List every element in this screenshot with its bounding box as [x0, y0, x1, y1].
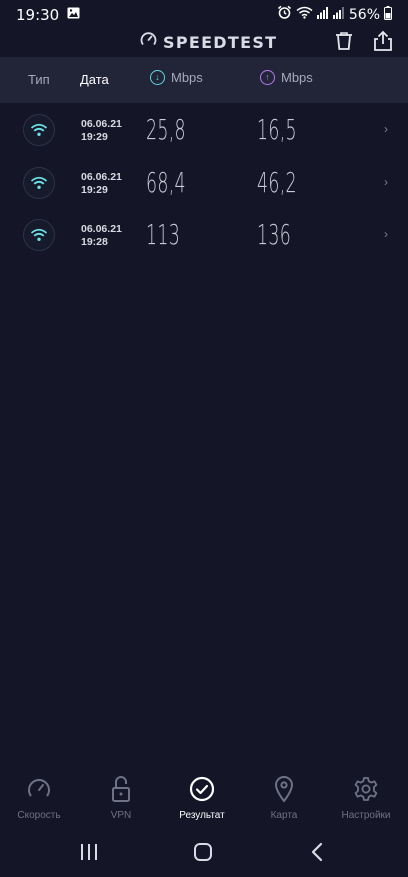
header-date[interactable]: Дата [80, 72, 109, 87]
gear-icon [353, 775, 379, 803]
bottom-nav: Скорость VPN Результат Карта Настройки [0, 775, 408, 831]
chevron-right-icon: › [384, 175, 388, 189]
nav-vpn[interactable]: VPN [81, 775, 161, 831]
delete-results-button[interactable] [333, 30, 355, 54]
back-button[interactable] [310, 842, 324, 867]
header-upload-unit: Mbps [281, 70, 313, 85]
nav-vpn-label: VPN [110, 810, 132, 821]
back-icon [311, 842, 323, 862]
row-time: 19:29 [81, 184, 108, 196]
header-upload[interactable]: ↑ Mbps [260, 70, 313, 85]
app-title: SPEEDTEST [140, 31, 277, 53]
share-icon [374, 30, 392, 51]
nav-speed-label: Скорость [17, 810, 61, 821]
result-row[interactable]: 06.06.21 19:29 68,4 46,2 › [0, 166, 408, 218]
header-download[interactable]: ↓ Mbps [150, 70, 203, 85]
gallery-notification-icon [67, 6, 80, 24]
result-row[interactable]: 06.06.21 19:28 113 136 › [0, 218, 408, 270]
result-row[interactable]: 06.06.21 19:29 25,8 16,5 › [0, 113, 408, 165]
share-button[interactable] [372, 30, 394, 54]
app-bar: SPEEDTEST [0, 30, 408, 56]
row-download-value: 25,8 [146, 113, 186, 146]
nav-results-label: Результат [179, 810, 225, 821]
battery-percent: 56% [348, 7, 380, 23]
home-icon [194, 843, 212, 861]
battery-icon [384, 5, 392, 25]
row-download-value: 113 [146, 218, 181, 251]
wifi-status-icon [296, 6, 313, 24]
row-time: 19:29 [81, 131, 108, 143]
recent-apps-button[interactable] [80, 842, 98, 867]
upload-arrow-icon: ↑ [260, 70, 275, 85]
row-upload-value: 46,2 [257, 166, 297, 199]
wifi-icon [23, 219, 55, 251]
row-date: 06.06.21 [81, 223, 122, 235]
download-arrow-icon: ↓ [150, 70, 165, 85]
row-download-value: 68,4 [146, 166, 186, 199]
app-title-text: SPEEDTEST [163, 32, 278, 52]
row-upload-value: 16,5 [257, 113, 297, 146]
status-time: 19:30 [16, 6, 60, 24]
map-pin-icon [271, 775, 297, 803]
home-button[interactable] [193, 842, 213, 867]
nav-results[interactable]: Результат [162, 775, 242, 831]
chevron-right-icon: › [384, 227, 388, 241]
nav-settings-label: Настройки [341, 810, 391, 821]
wifi-icon [23, 114, 55, 146]
recent-apps-icon [81, 844, 97, 860]
signal-icon [316, 6, 329, 24]
lock-icon [108, 775, 134, 803]
header-type[interactable]: Тип [28, 72, 50, 87]
row-time: 19:28 [81, 236, 108, 248]
system-nav-bar [0, 832, 408, 877]
row-upload-value: 136 [257, 218, 292, 251]
header-download-unit: Mbps [171, 70, 203, 85]
trash-icon [336, 32, 352, 50]
speedometer-icon [26, 775, 52, 803]
chevron-right-icon: › [384, 122, 388, 136]
nav-map-label: Карта [270, 810, 298, 821]
signal-2-icon [332, 6, 345, 24]
row-datetime: 06.06.21 19:29 [81, 171, 122, 197]
row-datetime: 06.06.21 19:29 [81, 118, 122, 144]
row-datetime: 06.06.21 19:28 [81, 223, 122, 249]
status-bar: 19:30 56% [0, 0, 408, 30]
speedometer-logo-icon [140, 31, 157, 53]
nav-speed[interactable]: Скорость [0, 775, 79, 831]
row-date: 06.06.21 [81, 171, 122, 183]
row-date: 06.06.21 [81, 118, 122, 130]
results-table-header: Тип Дата ↓ Mbps ↑ Mbps [0, 57, 408, 103]
wifi-icon [23, 167, 55, 199]
alarm-icon [277, 5, 292, 25]
nav-map[interactable]: Карта [244, 775, 324, 831]
check-circle-icon [189, 775, 215, 803]
nav-settings[interactable]: Настройки [326, 775, 406, 831]
